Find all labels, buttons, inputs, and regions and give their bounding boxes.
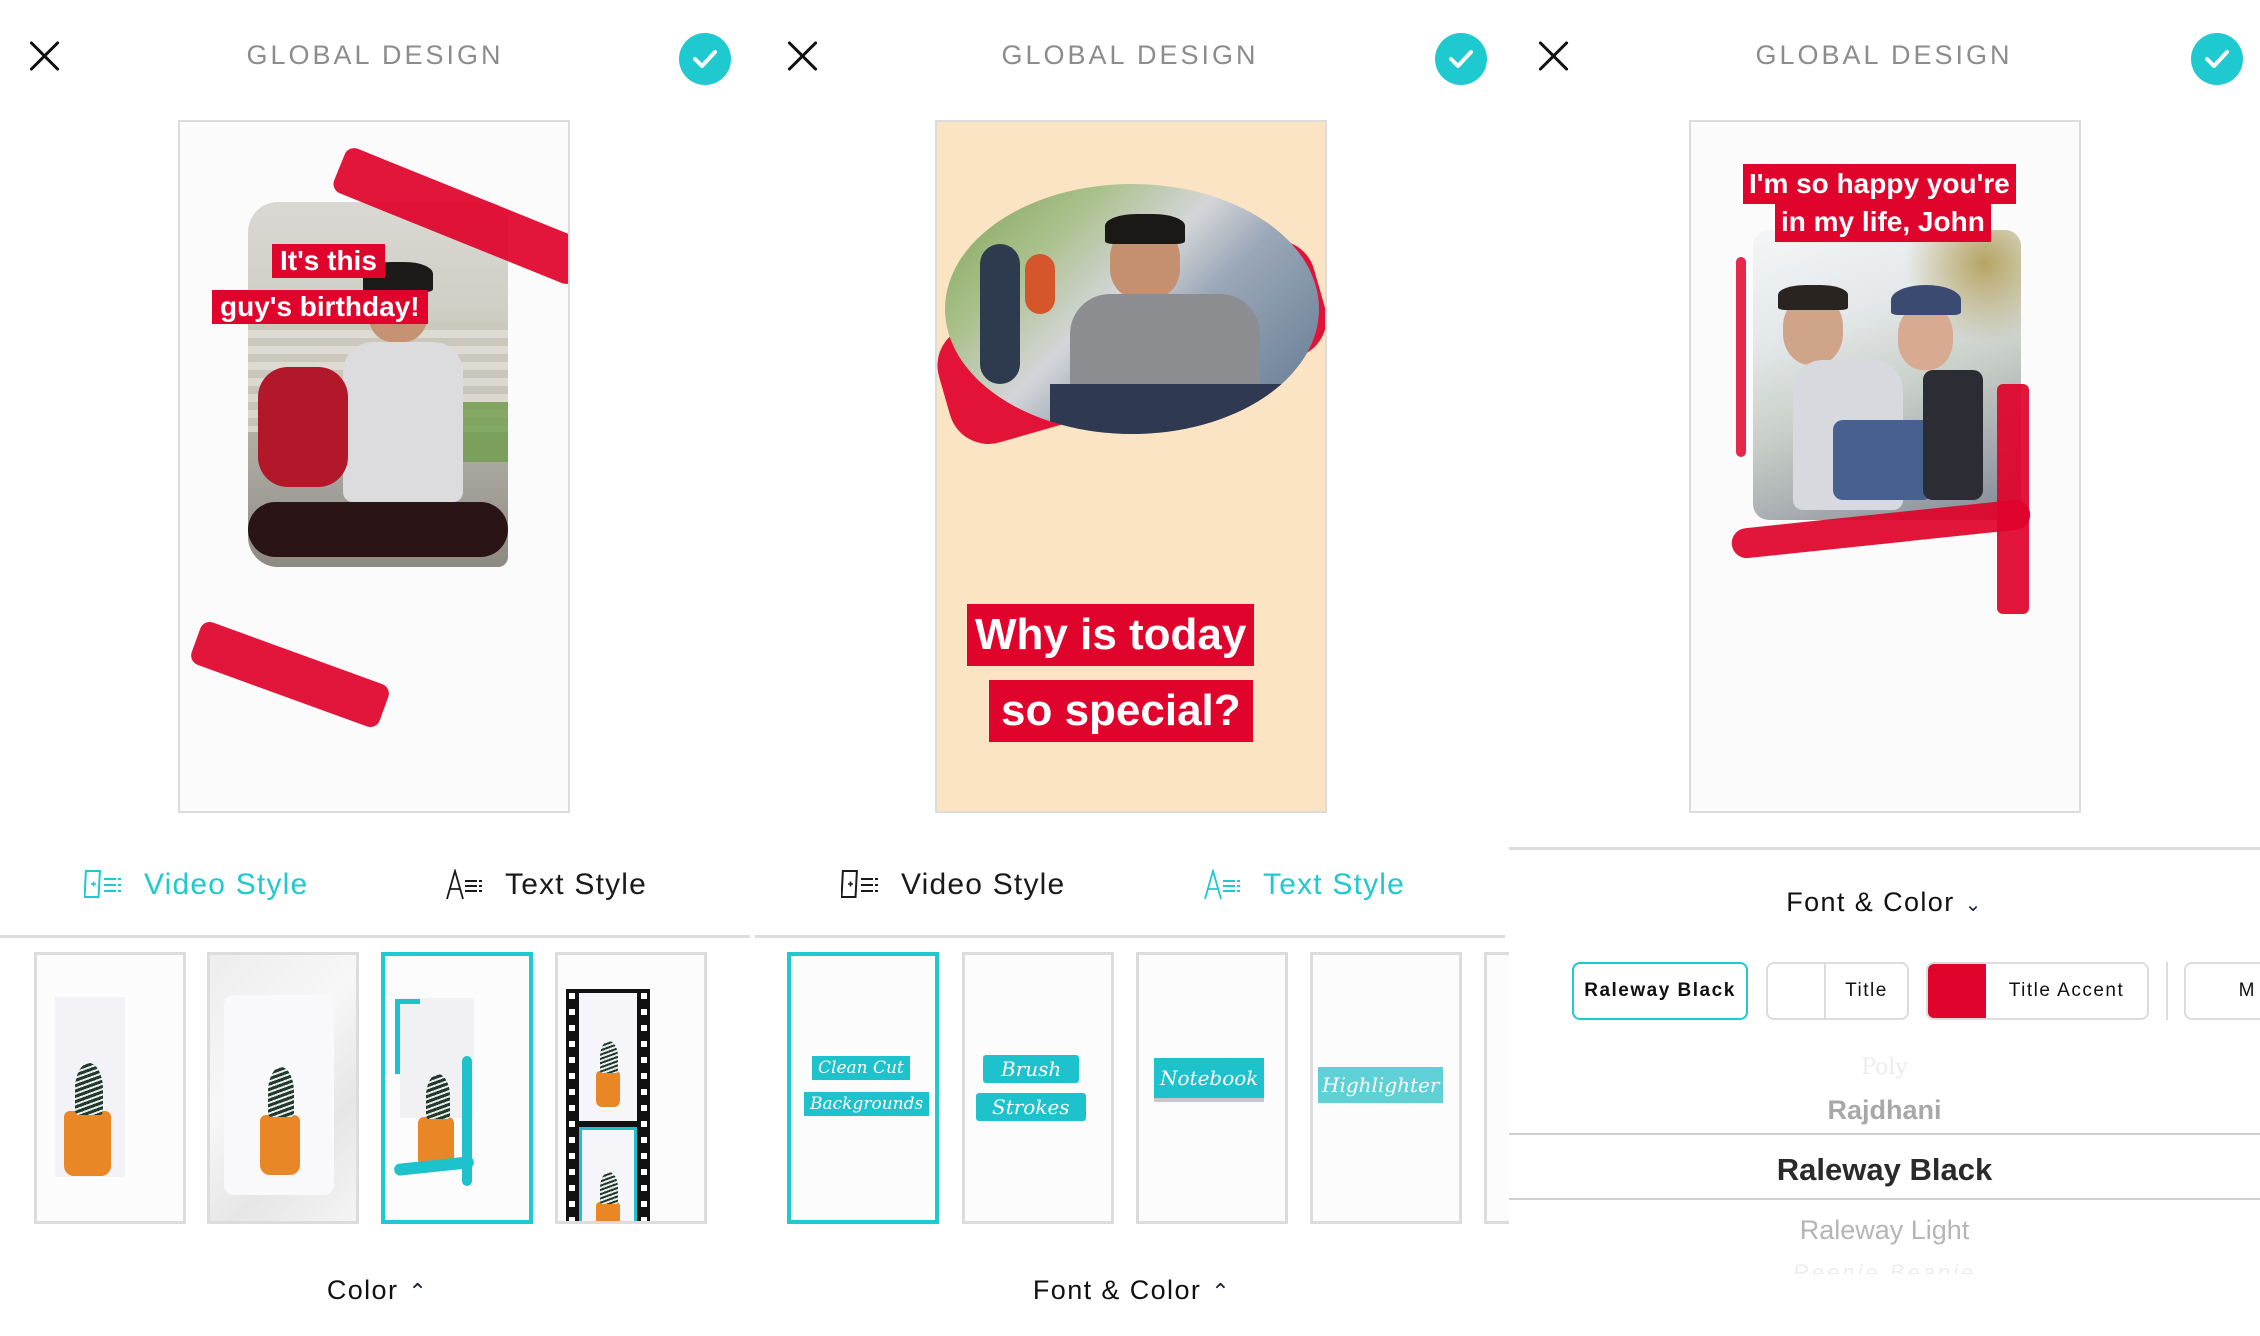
title-color-chip[interactable]: Title <box>1766 962 1909 1020</box>
preview-caption-line2: in my life, John <box>1775 202 1991 242</box>
panel-font-color: GLOBAL DESIGN I'm so happy you're in my … <box>1509 0 2260 1336</box>
plant-pot <box>260 1115 300 1175</box>
font-option[interactable]: Reenie Beanie <box>1509 1260 2260 1274</box>
brush-stroke <box>395 999 420 1004</box>
font-option-selected[interactable]: Raleway Black <box>1509 1152 2260 1188</box>
video-style-icon <box>841 870 878 898</box>
brush-stroke <box>1736 257 1746 457</box>
chevron-up-icon: ⌃ <box>1211 1279 1232 1304</box>
divider <box>755 935 1505 938</box>
color-toggle-label: Color <box>326 1275 399 1305</box>
plant-pot <box>64 1111 111 1176</box>
text-style-clean-cut[interactable]: Clean Cut Backgrounds <box>787 952 939 1224</box>
more-chip-label: M <box>2238 980 2256 1001</box>
plant-leaves <box>75 1063 103 1115</box>
chip-separator <box>2166 962 2168 1020</box>
font-option[interactable]: Rajdhani <box>1509 1095 2260 1126</box>
picker-line <box>1509 1133 2260 1135</box>
font-option[interactable]: Raleway Light <box>1509 1215 2260 1246</box>
text-style-label: Strokes <box>976 1093 1086 1121</box>
text-style-highlighter[interactable]: Highlighter <box>1310 952 1462 1224</box>
text-style-label: Highlighter <box>1318 1067 1444 1103</box>
text-style-label: Notebook <box>1154 1058 1265 1102</box>
color-swatch <box>1768 964 1826 1018</box>
close-button[interactable] <box>784 38 820 74</box>
text-style-label: Backgrounds <box>804 1092 930 1116</box>
divider <box>1509 847 2260 850</box>
text-style-icon <box>446 869 482 900</box>
close-button[interactable] <box>1535 38 1571 74</box>
color-toggle[interactable]: Color ⌃ <box>0 1275 755 1306</box>
header-title: GLOBAL DESIGN <box>246 40 504 70</box>
preview-caption-line2: guy's birthday! <box>212 290 428 324</box>
preview-caption-line1: I'm so happy you're <box>1743 164 2016 204</box>
title-color-label: Title <box>1845 980 1888 1001</box>
panel-video-style: GLOBAL DESIGN It's this guy's birthday! … <box>0 0 755 1336</box>
text-style-thumbnails: Clean Cut Backgrounds Brush Strokes Note… <box>755 952 1509 1224</box>
confirm-button[interactable] <box>679 33 731 85</box>
header-title: GLOBAL DESIGN <box>1755 40 2013 70</box>
font-preview: I'm so happy you're in my life, John <box>1689 120 2081 813</box>
divider <box>0 935 750 938</box>
confirm-button[interactable] <box>1435 33 1487 85</box>
chevron-down-icon: ⌄ <box>1964 894 1983 916</box>
tab-text-style[interactable]: Text Style <box>445 855 647 915</box>
text-style-label: Brush <box>983 1055 1080 1083</box>
checkmark-icon <box>2205 50 2229 68</box>
text-style-label: Clean Cut <box>812 1056 910 1080</box>
preview-photo <box>1753 230 2021 520</box>
thumbnail-plain[interactable] <box>34 952 186 1224</box>
text-style-more[interactable] <box>1484 952 1509 1224</box>
checkmark-icon <box>1449 50 1473 68</box>
tab-video-style-label: Video Style <box>901 868 1066 901</box>
tab-video-style[interactable]: Video Style <box>84 855 308 915</box>
tab-text-style[interactable]: Text Style <box>1203 855 1405 915</box>
preview-caption-line1: It's this <box>272 244 385 278</box>
checkmark-icon <box>693 50 717 68</box>
brush-stroke <box>188 619 392 730</box>
thumbnail-paper[interactable] <box>207 952 359 1224</box>
picker-line <box>1509 1198 2260 1200</box>
preview-photo <box>945 184 1319 434</box>
preview-caption-line1: Why is today <box>967 604 1255 666</box>
brush-stroke <box>395 999 400 1074</box>
tab-video-style[interactable]: Video Style <box>841 855 1065 915</box>
video-style-thumbnails <box>0 952 755 1224</box>
header-title: GLOBAL DESIGN <box>1001 40 1259 70</box>
font-picker[interactable]: Poly Rajdhani Raleway Black Raleway Ligh… <box>1509 1040 2260 1290</box>
tab-text-style-label: Text Style <box>505 868 648 901</box>
plant-leaves <box>268 1067 294 1117</box>
title-accent-color-chip[interactable]: Title Accent <box>1926 962 2149 1020</box>
font-option[interactable]: Poly <box>1509 1055 2260 1080</box>
font-color-toggle[interactable]: Font & Color ⌃ <box>755 1275 1509 1306</box>
text-style-notebook[interactable]: Notebook <box>1136 952 1288 1224</box>
tab-text-style-label: Text Style <box>1263 868 1406 901</box>
plant-leaves <box>426 1074 450 1119</box>
close-button[interactable] <box>26 38 62 74</box>
text-style-icon <box>1204 869 1240 900</box>
confirm-button[interactable] <box>2191 33 2243 85</box>
color-swatch <box>1928 964 1986 1018</box>
preview-caption-line2: so special? <box>989 680 1253 742</box>
film-strip <box>566 989 650 1221</box>
text-style-brush-strokes[interactable]: Brush Strokes <box>962 952 1114 1224</box>
title-accent-label: Title Accent <box>2008 980 2125 1001</box>
font-chip-label: Raleway Black <box>1584 980 1736 1001</box>
thumbnail-film-strip[interactable] <box>555 952 707 1224</box>
font-color-toggle-label: Font & Color <box>1786 887 1955 917</box>
tab-video-style-label: Video Style <box>144 868 309 901</box>
panel-text-style: GLOBAL DESIGN Why is today so special? V… <box>755 0 1509 1336</box>
font-chip[interactable]: Raleway Black <box>1572 962 1748 1020</box>
style-tabs: Video Style Text Style <box>0 855 755 915</box>
video-preview: It's this guy's birthday! <box>178 120 570 813</box>
more-chip[interactable]: M <box>2184 962 2260 1020</box>
video-style-icon <box>84 870 121 898</box>
font-color-toggle-label: Font & Color <box>1032 1275 1202 1305</box>
font-color-toggle[interactable]: Font & Color ⌄ <box>1509 887 2260 918</box>
style-tabs: Video Style Text Style <box>755 855 1509 915</box>
thumbnail-brush-frame[interactable] <box>381 952 533 1224</box>
chevron-up-icon: ⌃ <box>408 1279 429 1304</box>
text-preview: Why is today so special? <box>935 120 1327 813</box>
